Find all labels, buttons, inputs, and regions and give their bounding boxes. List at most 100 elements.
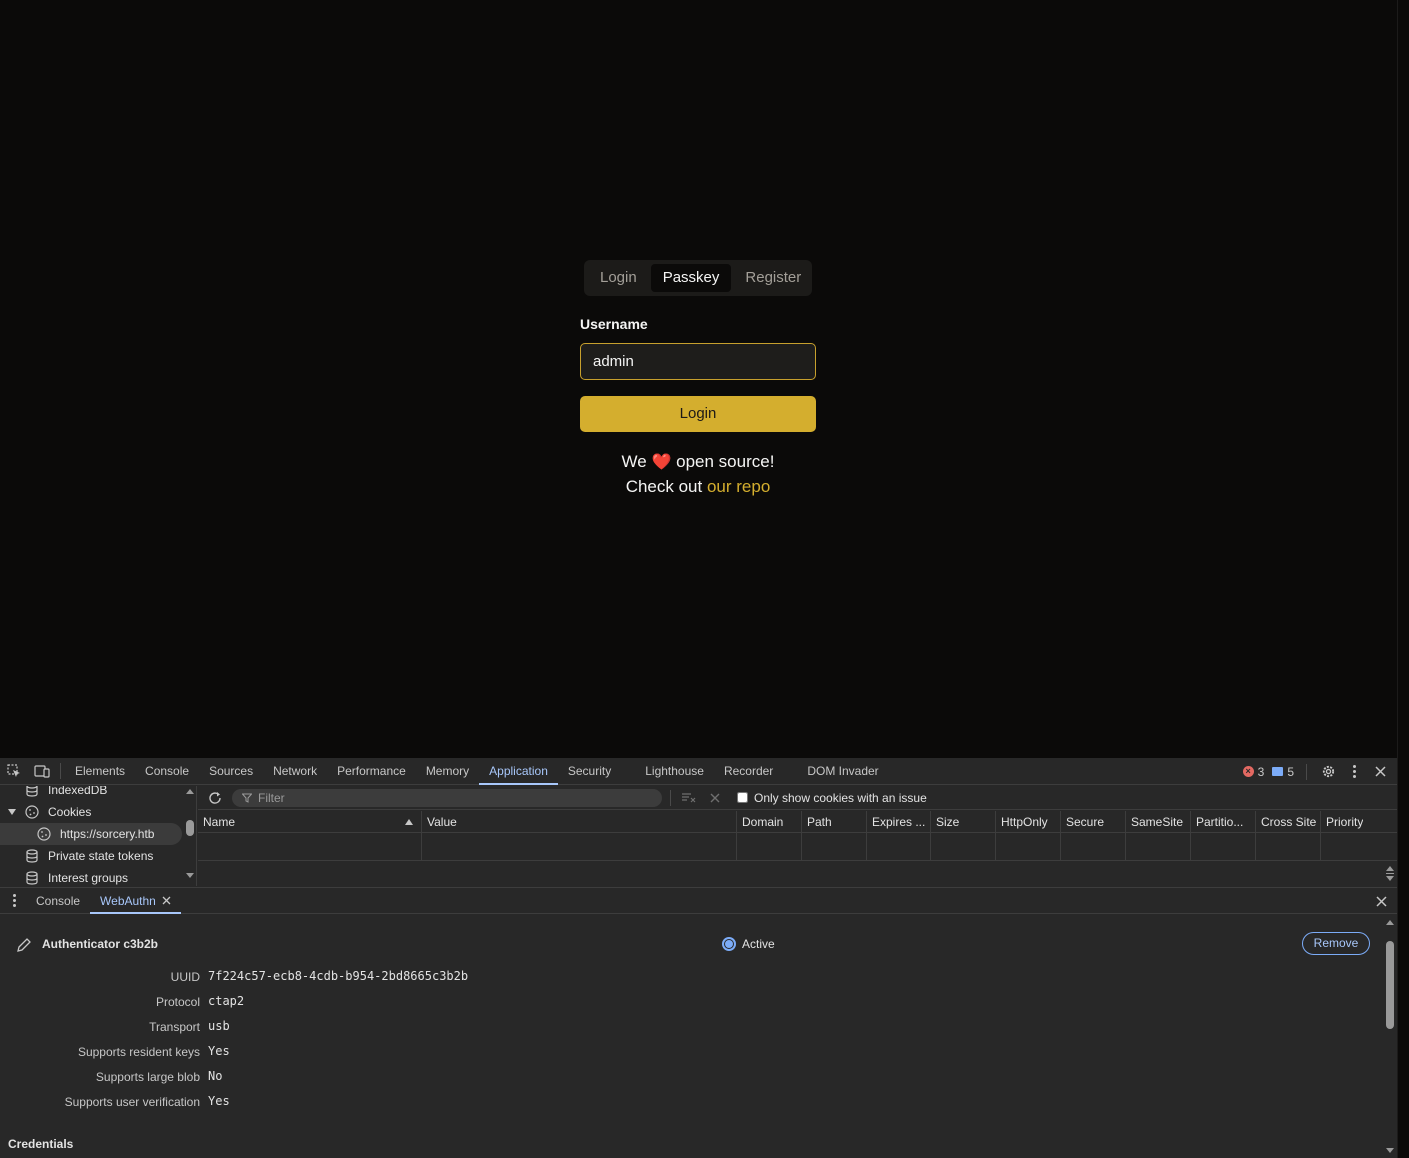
- footer-check-out: Check out: [625, 477, 703, 496]
- webauthn-panel: Authenticator c3b2b Active Remove UUID 7f…: [0, 915, 1397, 1158]
- column-expires[interactable]: Expires ...: [867, 811, 931, 861]
- active-radio[interactable]: Active: [722, 937, 775, 951]
- device-toolbar-icon[interactable]: [28, 758, 56, 785]
- tab-performance[interactable]: Performance: [327, 758, 416, 785]
- clear-filtered-icon[interactable]: [679, 789, 699, 807]
- delete-selected-icon[interactable]: [705, 789, 725, 807]
- tab-application[interactable]: Application: [479, 758, 558, 785]
- message-count: 5: [1287, 764, 1294, 779]
- tab-memory[interactable]: Memory: [416, 758, 479, 785]
- close-tab-icon[interactable]: [162, 896, 171, 905]
- drawer-tab-label: WebAuthn: [100, 893, 156, 908]
- devtools-panel: Elements Console Sources Network Perform…: [0, 758, 1397, 1158]
- field-user-verification: Supports user verification Yes: [0, 1092, 700, 1112]
- column-name[interactable]: Name: [198, 811, 422, 861]
- column-httponly[interactable]: HttpOnly: [996, 811, 1061, 861]
- column-samesite[interactable]: SameSite: [1126, 811, 1191, 861]
- sidebar-scrollbar[interactable]: [185, 786, 195, 886]
- sidebar-scroll-thumb[interactable]: [186, 820, 194, 836]
- sidebar-item-cookies[interactable]: Cookies: [0, 801, 182, 823]
- authenticator-title: Authenticator c3b2b: [42, 937, 159, 951]
- column-partition[interactable]: Partitio...: [1191, 811, 1256, 861]
- column-secure[interactable]: Secure: [1061, 811, 1126, 861]
- column-header-label: Path: [807, 815, 832, 829]
- column-header-label: Domain: [742, 815, 784, 829]
- devtools-toolbar: Elements Console Sources Network Perform…: [0, 758, 1397, 785]
- column-header-label: Priority: [1326, 815, 1364, 829]
- column-priority[interactable]: Priority: [1321, 811, 1397, 861]
- sidebar-item-label: Interest groups: [48, 871, 129, 885]
- tab-network[interactable]: Network: [263, 758, 327, 785]
- column-header-label: Expires ...: [872, 815, 926, 829]
- database-icon: [24, 786, 40, 798]
- drawer-tab-console[interactable]: Console: [26, 888, 90, 914]
- field-value: usb: [208, 1019, 230, 1033]
- tab-register[interactable]: Register: [733, 264, 813, 292]
- sidebar-item-sorcery-cookies[interactable]: https://sorcery.htb: [0, 823, 182, 845]
- page-scrollbar[interactable]: [1397, 0, 1409, 1158]
- tab-dom-invader[interactable]: DOM Invader: [797, 758, 888, 785]
- column-header-label: HttpOnly: [1001, 815, 1048, 829]
- tab-console[interactable]: Console: [135, 758, 199, 785]
- field-value: Yes: [208, 1044, 230, 1058]
- drawer-menu-icon[interactable]: [2, 888, 26, 914]
- cookies-table: Name Value Domain Path Expires ... Size …: [198, 811, 1397, 861]
- toolbar-right: × 3 5: [1242, 758, 1389, 785]
- message-icon: [1272, 767, 1284, 776]
- only-issue-checkbox[interactable]: Only show cookies with an issue: [737, 791, 927, 805]
- credentials-heading: Credentials: [8, 1137, 74, 1151]
- web-page: Login Passkey Register Username Login We…: [0, 0, 1397, 758]
- edit-pencil-icon[interactable]: [16, 937, 32, 953]
- column-domain[interactable]: Domain: [737, 811, 802, 861]
- field-key: Supports user verification: [64, 1095, 200, 1109]
- webauthn-scrollbar[interactable]: [1384, 915, 1397, 1158]
- scroll-up-icon[interactable]: [1386, 920, 1394, 925]
- scroll-down-icon[interactable]: [1386, 1148, 1394, 1153]
- column-header-label: Name: [203, 815, 236, 829]
- close-drawer-icon[interactable]: [1373, 893, 1389, 909]
- tab-recorder[interactable]: Recorder: [714, 758, 783, 785]
- settings-gear-icon[interactable]: [1319, 763, 1337, 781]
- webauthn-scroll-thumb[interactable]: [1386, 941, 1394, 1029]
- toolbar-separator-right: [1306, 763, 1307, 780]
- tab-login[interactable]: Login: [588, 264, 649, 292]
- radio-selected-icon[interactable]: [722, 937, 736, 951]
- refresh-icon[interactable]: [206, 789, 224, 807]
- more-options-icon[interactable]: [1345, 763, 1363, 781]
- toolbar-separator: [670, 789, 671, 806]
- column-header-label: Value: [427, 815, 457, 829]
- sidebar-item-indexeddb[interactable]: IndexedDB: [0, 786, 182, 801]
- username-input[interactable]: [580, 343, 816, 380]
- repo-link[interactable]: our repo: [707, 477, 770, 496]
- table-resize-icon[interactable]: [1386, 866, 1394, 882]
- message-badge[interactable]: 5: [1272, 765, 1294, 779]
- footer-open-source: open source!: [676, 452, 775, 471]
- sidebar-item-interest-groups[interactable]: Interest groups: [0, 867, 182, 886]
- tab-lighthouse[interactable]: Lighthouse: [635, 758, 714, 785]
- sidebar-item-private-state-tokens[interactable]: Private state tokens: [0, 845, 182, 867]
- only-issue-checkbox-input[interactable]: [737, 792, 748, 803]
- remove-authenticator-button[interactable]: Remove: [1302, 932, 1370, 955]
- application-sidebar: IndexedDB Cookies https://sorcery.htb Pr…: [0, 786, 197, 886]
- field-key: Supports resident keys: [77, 1045, 200, 1059]
- column-path[interactable]: Path: [802, 811, 867, 861]
- inspect-element-icon[interactable]: [0, 758, 28, 785]
- footer-we: We: [621, 452, 647, 471]
- column-cross-site[interactable]: Cross Site: [1256, 811, 1321, 861]
- column-size[interactable]: Size: [931, 811, 996, 861]
- field-key: Supports large blob: [95, 1070, 200, 1084]
- tab-passkey[interactable]: Passkey: [650, 264, 732, 292]
- scroll-up-icon[interactable]: [186, 789, 194, 794]
- tab-security[interactable]: Security: [558, 758, 621, 785]
- error-badge[interactable]: × 3: [1242, 765, 1264, 779]
- cookie-filter-input[interactable]: Filter: [232, 788, 662, 807]
- tab-elements[interactable]: Elements: [65, 758, 135, 785]
- scroll-down-icon[interactable]: [186, 873, 194, 878]
- tab-sources[interactable]: Sources: [199, 758, 263, 785]
- login-button[interactable]: Login: [580, 396, 816, 432]
- chevron-down-icon[interactable]: [8, 809, 16, 815]
- close-devtools-icon[interactable]: [1371, 763, 1389, 781]
- only-issue-label: Only show cookies with an issue: [754, 790, 927, 805]
- drawer-tab-webauthn[interactable]: WebAuthn: [90, 888, 181, 914]
- column-value[interactable]: Value: [422, 811, 737, 861]
